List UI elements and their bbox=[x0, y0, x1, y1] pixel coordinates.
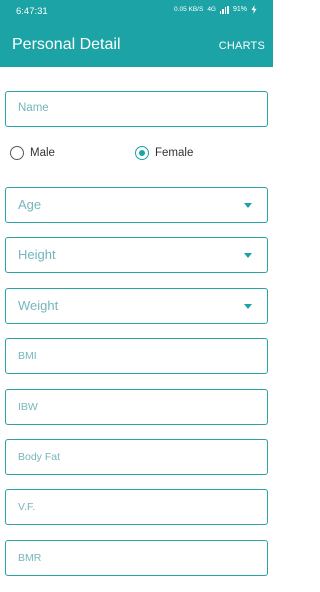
status-bar: 6:47:31 0.05 KB/S 4G 91% bbox=[0, 0, 273, 24]
weight-label: Weight bbox=[18, 298, 59, 313]
bmi-label: BMI bbox=[18, 350, 37, 362]
height-dropdown[interactable]: Height bbox=[5, 237, 268, 273]
female-radio-circle[interactable] bbox=[135, 146, 149, 160]
status-icons: 0.05 KB/S 4G 91% bbox=[174, 5, 257, 14]
data-speed: 0.05 KB/S bbox=[174, 6, 204, 13]
charts-button[interactable]: CHARTS bbox=[219, 40, 265, 52]
age-dropdown[interactable]: Age bbox=[5, 187, 268, 223]
ibw-label: IBW bbox=[18, 401, 38, 413]
dropdown-arrow-icon bbox=[244, 304, 252, 309]
ibw-field[interactable]: IBW bbox=[5, 389, 268, 425]
status-time: 6:47:31 bbox=[16, 6, 48, 17]
signal-icon bbox=[219, 5, 229, 14]
height-label: Height bbox=[18, 247, 56, 262]
battery-percent: 91% bbox=[232, 6, 247, 13]
age-label: Age bbox=[18, 197, 42, 212]
charging-bolt-icon bbox=[251, 5, 257, 14]
dropdown-arrow-icon bbox=[244, 253, 252, 258]
body-fat-field[interactable]: Body Fat bbox=[5, 439, 268, 475]
male-radio[interactable]: Male bbox=[10, 146, 55, 160]
bmr-label: BMR bbox=[18, 552, 42, 564]
female-label: Female bbox=[155, 147, 194, 159]
male-label: Male bbox=[30, 147, 55, 159]
female-radio[interactable]: Female bbox=[135, 146, 193, 160]
network-label: 4G bbox=[207, 6, 216, 13]
bmi-field[interactable]: BMI bbox=[5, 338, 268, 374]
body-fat-label: Body Fat bbox=[18, 451, 61, 463]
vf-label: V.F. bbox=[18, 501, 36, 513]
dropdown-arrow-icon bbox=[244, 203, 252, 208]
name-placeholder: Name bbox=[18, 102, 49, 114]
vf-field[interactable]: V.F. bbox=[5, 489, 268, 525]
bmr-field[interactable]: BMR bbox=[5, 540, 268, 576]
weight-dropdown[interactable]: Weight bbox=[5, 288, 268, 324]
page-title: Personal Detail bbox=[12, 36, 121, 53]
name-field[interactable]: Name bbox=[5, 91, 268, 127]
app-bar: Personal Detail CHARTS bbox=[0, 24, 273, 67]
male-radio-circle[interactable] bbox=[10, 146, 24, 160]
